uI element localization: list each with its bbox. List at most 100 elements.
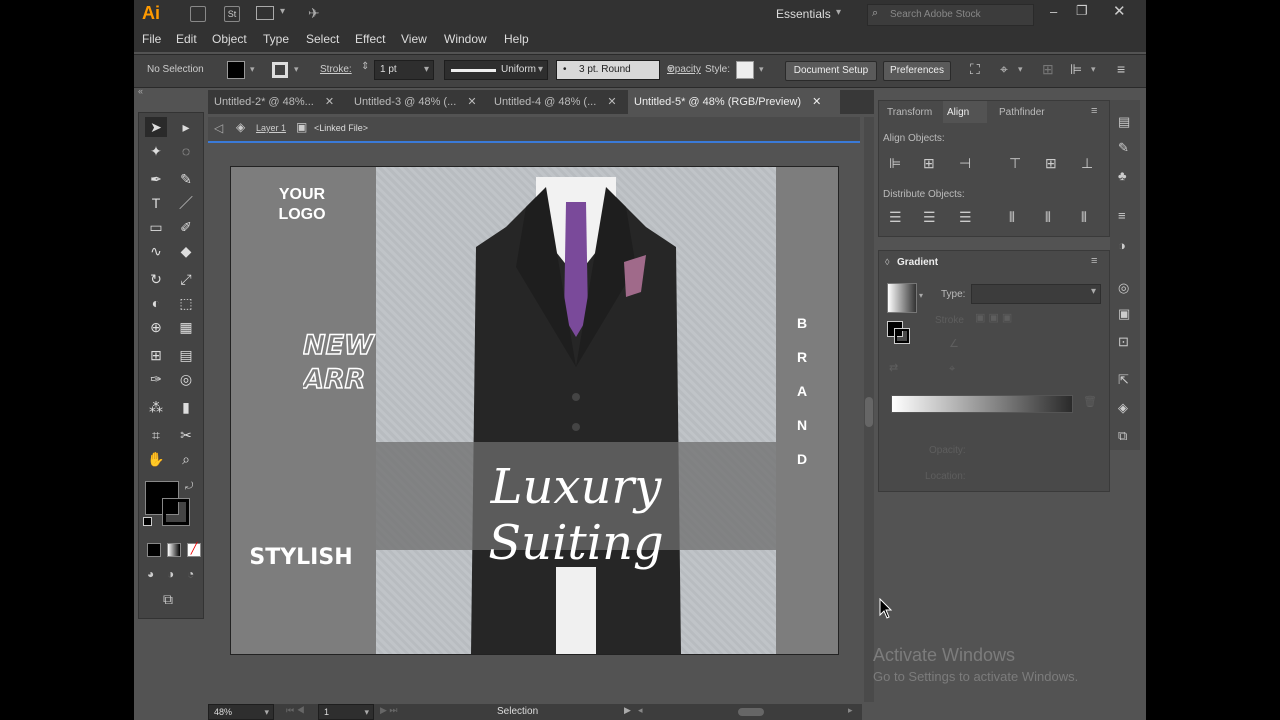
status-menu-icon[interactable]: ▶ [624, 705, 631, 716]
artboard-number-field[interactable]: 1 ▾ [318, 704, 374, 720]
chevron-down-icon[interactable]: ▾ [294, 64, 299, 75]
distribute-hcenter-icon[interactable]: ⫴ [1045, 209, 1051, 226]
hand-tool-icon[interactable]: ✋ [145, 449, 167, 469]
align-right-icon[interactable]: ⊣ [959, 155, 971, 172]
shape-builder-tool-icon[interactable]: ⊕ [145, 317, 167, 337]
close-icon[interactable]: ✕ [467, 96, 476, 108]
swap-colors-icon[interactable]: ⤾ [185, 481, 193, 492]
breadcrumb-item[interactable]: <Linked File> [314, 123, 368, 133]
first-artboard-icon[interactable]: ⏮ ◀ [286, 705, 305, 716]
brushes-icon[interactable]: ✎ [1118, 140, 1129, 156]
artboard-tool-icon[interactable]: ⌗ [145, 425, 167, 445]
export-icon[interactable]: ⇱ [1118, 372, 1129, 388]
stroke-label[interactable]: Stroke: [320, 64, 352, 75]
gpu-performance-icon[interactable]: ✈ [308, 5, 320, 22]
artboards-icon[interactable]: ⧉ [1118, 428, 1127, 444]
distribute-top-icon[interactable]: ☰ [889, 209, 902, 226]
align-top-icon[interactable]: ⊤ [1009, 155, 1021, 172]
menu-view[interactable]: View [401, 32, 427, 46]
default-colors-icon[interactable] [143, 517, 152, 526]
zoom-tool-icon[interactable]: ⌕ [175, 449, 197, 469]
appearance-icon[interactable]: ◎ [1118, 280, 1129, 296]
chevron-down-icon[interactable]: ▾ [759, 64, 764, 75]
menu-select[interactable]: Select [306, 32, 339, 46]
stroke-color-icon[interactable] [162, 498, 190, 526]
distribute-right-icon[interactable]: ⫴ [1081, 209, 1087, 226]
type-tool-icon[interactable]: T [145, 193, 167, 213]
breadcrumb-layer[interactable]: Layer 1 [256, 123, 286, 133]
symbol-sprayer-tool-icon[interactable]: ⁂ [145, 397, 167, 417]
document-setup-button[interactable]: Document Setup [785, 61, 877, 81]
variable-width-profile[interactable]: Uniform ▾ [444, 60, 548, 80]
minimize-button[interactable]: – [1050, 4, 1057, 19]
menu-effect[interactable]: Effect [355, 32, 385, 46]
menu-edit[interactable]: Edit [176, 32, 197, 46]
selection-tool-icon[interactable]: ➤ [145, 117, 167, 137]
rotate-tool-icon[interactable]: ↻ [145, 269, 167, 289]
stroke-weight-field[interactable]: 1 pt ▾ [374, 60, 434, 80]
stepper-icon[interactable]: ⇕ [361, 61, 369, 72]
graphic-styles-icon[interactable]: ▣ [1118, 306, 1130, 322]
bridge-icon[interactable] [190, 6, 206, 22]
tab-transform[interactable]: Transform [887, 107, 932, 118]
color-guide-icon[interactable]: ⊡ [1118, 334, 1129, 350]
tab-untitled-5[interactable]: Untitled-5* @ 48% (RGB/Preview) ✕ [628, 90, 840, 114]
none-mode-icon[interactable]: ╱ [187, 543, 201, 557]
transparency-icon[interactable]: ◑ [1118, 238, 1126, 253]
color-mode-icon[interactable] [147, 543, 161, 557]
scale-tool-icon[interactable]: ⤢ [175, 269, 197, 289]
panel-menu-icon[interactable]: ≡ [1117, 61, 1125, 77]
align-middle-icon[interactable]: ⊞ [1045, 155, 1057, 172]
eraser-tool-icon[interactable]: ◆ [175, 241, 197, 261]
menu-window[interactable]: Window [444, 32, 487, 46]
opacity-label[interactable]: Opacity [667, 64, 701, 75]
close-icon[interactable]: ✕ [607, 96, 616, 108]
gradient-preview[interactable] [887, 283, 917, 313]
stroke-indicator-icon[interactable] [894, 328, 910, 344]
layers-icon[interactable]: ◈ [1118, 400, 1128, 416]
blend-tool-icon[interactable]: ◎ [175, 369, 197, 389]
width-tool-icon[interactable]: ◐ [145, 293, 167, 313]
pen-tool-icon[interactable]: ✒ [145, 169, 167, 189]
gradient-type-select[interactable]: ▾ [971, 284, 1101, 304]
back-arrow-icon[interactable]: ◁ [214, 121, 223, 135]
align-left-icon[interactable]: ⊫ [889, 155, 901, 172]
chevron-down-icon[interactable]: ▾ [919, 291, 923, 300]
align-center-icon[interactable]: ⊞ [923, 155, 935, 172]
column-graph-tool-icon[interactable]: ▮ [175, 397, 197, 417]
shaper-tool-icon[interactable]: ∿ [145, 241, 167, 261]
panel-menu-icon[interactable]: ≡ [1091, 255, 1097, 267]
perspective-grid-tool-icon[interactable]: ▦ [175, 317, 197, 337]
direct-selection-tool-icon[interactable]: ▸ [175, 117, 197, 137]
stock-icon[interactable]: St [224, 6, 240, 22]
line-tool-icon[interactable]: ／ [175, 193, 197, 213]
distribute-left-icon[interactable]: ⫴ [1009, 209, 1015, 226]
menu-type[interactable]: Type [263, 32, 289, 46]
panel-menu-icon[interactable]: ≡ [1091, 105, 1097, 117]
distribute-bottom-icon[interactable]: ☰ [959, 209, 972, 226]
paintbrush-tool-icon[interactable]: ✐ [175, 217, 197, 237]
close-icon[interactable]: ✕ [812, 96, 821, 108]
restore-button[interactable]: ❐ [1076, 3, 1088, 19]
expand-icon[interactable]: ◊ [885, 257, 889, 267]
scroll-thumb[interactable] [865, 397, 873, 427]
scroll-right-icon[interactable]: ▸ [848, 705, 853, 716]
zoom-field[interactable]: 48% ▾ [208, 704, 274, 720]
scroll-left-icon[interactable]: ◂ [638, 705, 643, 716]
align-bottom-icon[interactable]: ⊥ [1081, 155, 1093, 172]
mesh-tool-icon[interactable]: ⊞ [145, 345, 167, 365]
magic-wand-tool-icon[interactable]: ✦ [145, 141, 167, 161]
gradient-mode-icon[interactable] [167, 543, 181, 557]
chevron-down-icon[interactable]: ▾ [280, 6, 285, 17]
gradient-slider[interactable] [891, 395, 1073, 413]
properties-icon[interactable]: ▤ [1118, 114, 1130, 130]
arrange-documents-icon[interactable] [256, 6, 274, 20]
draw-normal-icon[interactable]: ◕ [147, 567, 154, 581]
stroke-swatch[interactable] [272, 62, 288, 78]
workspace-switcher[interactable]: Essentials [776, 7, 831, 21]
align-to-icon[interactable]: ⌖ [1000, 61, 1008, 78]
lasso-tool-icon[interactable]: ◌ [175, 141, 197, 161]
stroke-panel-icon[interactable]: ≡ [1118, 208, 1126, 223]
tab-untitled-4[interactable]: Untitled-4 @ 48% (... ✕ [494, 90, 628, 114]
rectangle-tool-icon[interactable]: ▭ [145, 217, 167, 237]
